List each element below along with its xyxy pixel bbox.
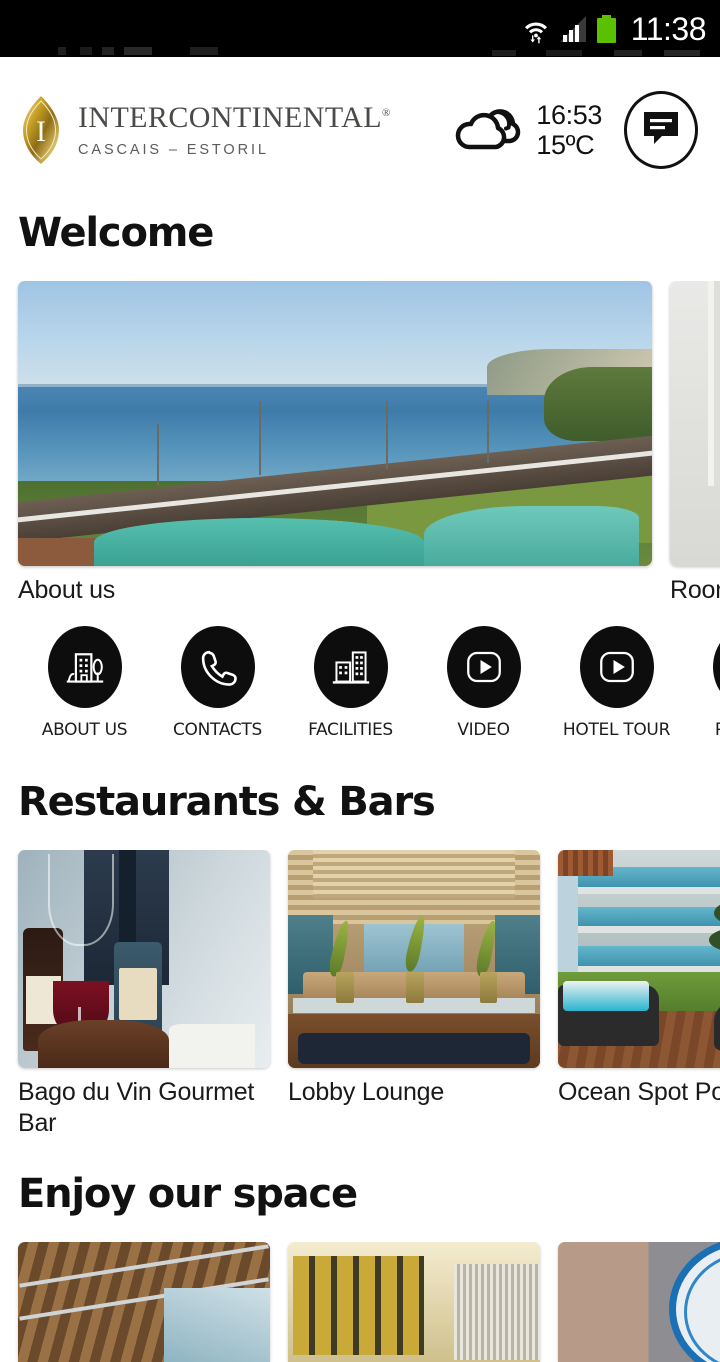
card-space-1[interactable] bbox=[18, 1242, 270, 1362]
weather-widget[interactable]: 16:53 15ºC bbox=[451, 100, 602, 160]
card-caption: Ocean Spot Pool Bar bbox=[558, 1077, 720, 1108]
cloudy-icon bbox=[451, 102, 523, 159]
phone-handset-icon bbox=[181, 626, 255, 708]
gold-panel-hallway-image bbox=[288, 1242, 540, 1362]
section-title-welcome: Welcome bbox=[0, 213, 720, 253]
quick-action-facilities[interactable]: FACILITIES bbox=[284, 626, 417, 740]
guest-room-image bbox=[670, 281, 720, 566]
quick-actions-row[interactable]: ABOUT US CONTACTS FACILITIES bbox=[0, 626, 720, 740]
quick-action-photos[interactable]: PHOTOS bbox=[683, 626, 720, 740]
weather-time: 16:53 bbox=[536, 100, 602, 130]
establishment-seal-image: stablishme bbox=[558, 1242, 720, 1362]
quick-action-label: ABOUT US bbox=[42, 720, 127, 740]
status-bar-ghost-notifications bbox=[40, 47, 300, 55]
brand-name: INTERCONTINENTAL® bbox=[78, 103, 391, 133]
svg-text:I: I bbox=[36, 115, 46, 148]
section-title-enjoy-our-space: Enjoy our space bbox=[0, 1174, 720, 1214]
play-button-icon bbox=[580, 626, 654, 708]
restaurants-carousel[interactable]: Bago du Vin Gourmet Bar Lobby Lounge bbox=[0, 850, 720, 1138]
status-bar-ghost-icons bbox=[486, 50, 706, 56]
welcome-carousel[interactable]: About us Rooms bbox=[0, 281, 720, 604]
quick-action-about-us[interactable]: ABOUT US bbox=[18, 626, 151, 740]
section-title-restaurants: Restaurants & Bars bbox=[0, 782, 720, 822]
card-caption: Rooms bbox=[670, 576, 720, 604]
chat-button[interactable] bbox=[624, 91, 698, 169]
card-caption: Bago du Vin Gourmet Bar bbox=[18, 1077, 270, 1138]
wifi-icon bbox=[521, 14, 551, 44]
two-buildings-icon bbox=[314, 626, 388, 708]
card-rooms[interactable]: Rooms bbox=[670, 281, 720, 604]
battery-icon bbox=[597, 15, 616, 43]
card-caption: Lobby Lounge bbox=[288, 1077, 540, 1108]
card-about-us[interactable]: About us bbox=[18, 281, 652, 604]
card-space-3[interactable]: stablishme bbox=[558, 1242, 720, 1362]
quick-action-label: CONTACTS bbox=[173, 720, 262, 740]
status-bar-clock: 11:38 bbox=[631, 13, 706, 45]
chat-bubble-icon bbox=[641, 109, 681, 152]
quick-action-contacts[interactable]: CONTACTS bbox=[151, 626, 284, 740]
card-lobby-lounge[interactable]: Lobby Lounge bbox=[288, 850, 540, 1138]
status-bar-icons: 11:38 bbox=[521, 13, 706, 45]
outdoor-terrace-image bbox=[558, 850, 720, 1068]
hotel-seaside-pool-image bbox=[18, 281, 652, 566]
quick-action-video[interactable]: VIDEO bbox=[417, 626, 550, 740]
android-status-bar: 11:38 bbox=[0, 0, 720, 57]
quick-action-label: HOTEL TOUR bbox=[563, 720, 670, 740]
play-button-icon bbox=[447, 626, 521, 708]
enjoy-our-space-carousel[interactable]: stablishme bbox=[0, 1242, 720, 1362]
weather-temperature: 15ºC bbox=[536, 130, 602, 160]
quick-action-label: VIDEO bbox=[457, 720, 509, 740]
intercontinental-emblem-icon: I bbox=[18, 95, 64, 165]
brand-location: CASCAIS – ESTORIL bbox=[78, 142, 391, 158]
wooden-ceiling-image bbox=[18, 1242, 270, 1362]
hotel-logo[interactable]: I INTERCONTINENTAL® CASCAIS – ESTORIL bbox=[18, 95, 391, 165]
photo-icon bbox=[713, 626, 720, 708]
card-space-2[interactable] bbox=[288, 1242, 540, 1362]
lobby-lounge-image bbox=[288, 850, 540, 1068]
quick-action-hotel-tour[interactable]: HOTEL TOUR bbox=[550, 626, 683, 740]
building-tree-icon bbox=[48, 626, 122, 708]
header-actions: 16:53 15ºC bbox=[451, 91, 702, 169]
quick-action-label: FACILITIES bbox=[308, 720, 393, 740]
card-caption: About us bbox=[18, 576, 652, 604]
card-ocean-spot-pool-bar[interactable]: Ocean Spot Pool Bar bbox=[558, 850, 720, 1138]
quick-action-label: PHOTOS bbox=[715, 720, 720, 740]
cellular-signal-icon bbox=[560, 16, 588, 42]
app-header: I INTERCONTINENTAL® CASCAIS – ESTORIL 16… bbox=[0, 57, 720, 203]
sommelier-wine-image bbox=[18, 850, 270, 1068]
card-bago-du-vin[interactable]: Bago du Vin Gourmet Bar bbox=[18, 850, 270, 1138]
